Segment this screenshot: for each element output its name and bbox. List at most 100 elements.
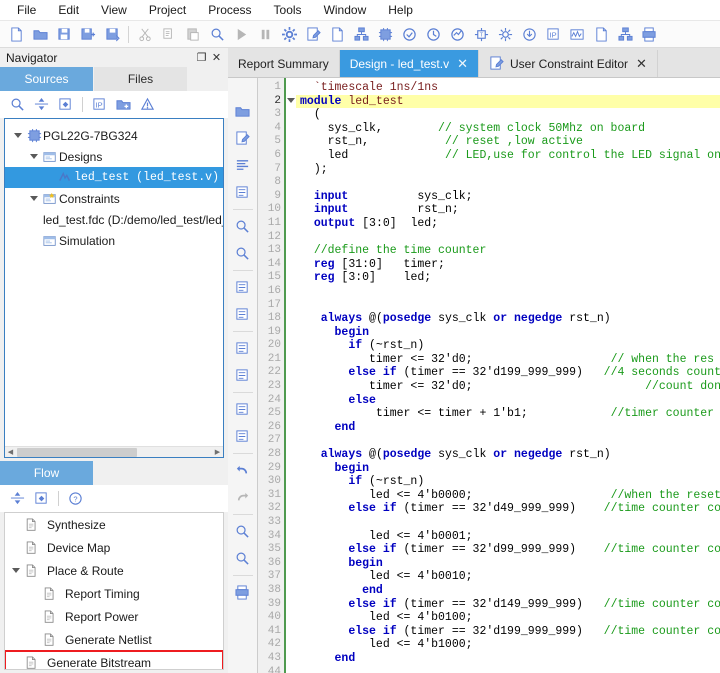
menu-edit[interactable]: Edit: [47, 1, 90, 19]
tree-expand-arrow[interactable]: [27, 154, 41, 159]
menu-tools[interactable]: Tools: [263, 1, 313, 19]
code-line[interactable]: if (~rst_n): [296, 475, 720, 489]
open-folder-icon[interactable]: [28, 22, 52, 46]
code-line[interactable]: led <= 4'b0000; //when the reset s: [296, 489, 720, 503]
code-line[interactable]: rst_n, // reset ,low active: [296, 135, 720, 149]
scroll-left-icon[interactable]: ◀: [5, 447, 16, 457]
help-icon[interactable]: ?: [64, 488, 87, 510]
fold-toggle-icon[interactable]: [286, 95, 296, 109]
code-line[interactable]: timer <= 32'd0; //count done,: [296, 380, 720, 394]
ip-icon[interactable]: IP: [88, 94, 111, 116]
code-line[interactable]: //define the time counter: [296, 244, 720, 258]
navigator-tab-sources[interactable]: Sources: [0, 67, 94, 91]
code-line[interactable]: reg [31:0] timer;: [296, 258, 720, 272]
code-line[interactable]: led <= 4'b0010;: [296, 570, 720, 584]
tree-item-designs[interactable]: Designs: [5, 146, 223, 167]
menu-view[interactable]: View: [90, 1, 138, 19]
code-fold-gutter[interactable]: [284, 78, 296, 673]
code-line[interactable]: input rst_n;: [296, 203, 720, 217]
print-icon[interactable]: [230, 579, 256, 606]
flow-item-place-route[interactable]: Place & Route: [5, 559, 223, 582]
zoom-out-icon[interactable]: [230, 240, 256, 267]
floorplan-icon[interactable]: [613, 22, 637, 46]
collapse-all-icon[interactable]: [54, 94, 77, 116]
code-line[interactable]: [296, 299, 720, 313]
code-line[interactable]: module led_test: [296, 95, 720, 109]
tree-item-pgl22g-7bg324[interactable]: PGL22G-7BG324: [5, 125, 223, 146]
expand-collapse-icon[interactable]: [6, 488, 29, 510]
code-line[interactable]: begin: [296, 326, 720, 340]
indent-icon[interactable]: [230, 274, 256, 301]
code-line[interactable]: [296, 666, 720, 673]
navigator-tab-files[interactable]: Files: [94, 67, 188, 91]
code-line[interactable]: else if (timer == 32'd199_999_999) //tim…: [296, 625, 720, 639]
code-line[interactable]: [296, 285, 720, 299]
scroll-right-icon[interactable]: ▶: [212, 447, 223, 457]
menu-project[interactable]: Project: [138, 1, 197, 19]
collapse-all-icon[interactable]: [30, 488, 53, 510]
flow-item-report-timing[interactable]: Report Timing: [5, 582, 223, 605]
code-line[interactable]: `timescale 1ns/1ns: [296, 81, 720, 95]
save-icon[interactable]: [52, 22, 76, 46]
open-file-icon[interactable]: [230, 98, 256, 125]
bookmark-icon[interactable]: [230, 423, 256, 450]
close-tab-icon[interactable]: ✕: [634, 57, 647, 70]
line-numbers-icon[interactable]: [230, 301, 256, 328]
run-icon[interactable]: [229, 22, 253, 46]
menu-file[interactable]: File: [6, 1, 47, 19]
settings-icon[interactable]: [277, 22, 301, 46]
tree-expand-arrow[interactable]: [11, 133, 25, 138]
save-as-icon[interactable]: [76, 22, 100, 46]
tree-horizontal-scrollbar[interactable]: ◀ ▶: [5, 446, 223, 457]
expand-collapse-icon[interactable]: [30, 94, 53, 116]
undo-icon[interactable]: [230, 457, 256, 484]
code-line[interactable]: reg [3:0] led;: [296, 271, 720, 285]
code-line[interactable]: timer <= timer + 1'b1; //timer counter: [296, 407, 720, 421]
flow-item-generate-bitstream[interactable]: Generate Bitstream: [5, 651, 223, 670]
code-line[interactable]: end: [296, 652, 720, 666]
editor-tab-user-constraint-editor[interactable]: User Constraint Editor✕: [479, 50, 658, 77]
code-line[interactable]: end: [296, 584, 720, 598]
waveform-icon[interactable]: [565, 22, 589, 46]
code-line[interactable]: begin: [296, 462, 720, 476]
code-line[interactable]: led <= 4'b0100;: [296, 611, 720, 625]
float-panel-icon[interactable]: ❐: [194, 50, 209, 65]
wrap-text-icon[interactable]: [230, 335, 256, 362]
pause-icon[interactable]: [253, 22, 277, 46]
code-line[interactable]: [296, 176, 720, 190]
menu-window[interactable]: Window: [313, 1, 378, 19]
editor-tab-report-summary[interactable]: Report Summary: [228, 50, 340, 77]
schematic-icon[interactable]: [373, 22, 397, 46]
code-line[interactable]: else if (timer == 32'd199_999_999) //4 s…: [296, 366, 720, 380]
zoom-in-icon[interactable]: [230, 213, 256, 240]
synthesize-icon[interactable]: [397, 22, 421, 46]
copy-icon[interactable]: [157, 22, 181, 46]
code-line[interactable]: else if (timer == 32'd99_999_999) //time…: [296, 543, 720, 557]
flow-tab-flow[interactable]: Flow: [0, 461, 94, 485]
new-file-icon[interactable]: [4, 22, 28, 46]
code-editor[interactable]: 1234567891011121314151617181920212223242…: [258, 78, 720, 673]
power-icon[interactable]: [493, 22, 517, 46]
code-line[interactable]: end: [296, 421, 720, 435]
paste-icon[interactable]: [181, 22, 205, 46]
edit-constraints-icon[interactable]: [301, 22, 325, 46]
code-line[interactable]: output [3:0] led;: [296, 217, 720, 231]
code-line[interactable]: else if (timer == 32'd49_999_999) //time…: [296, 502, 720, 516]
code-line[interactable]: (: [296, 108, 720, 122]
flow-expand-arrow[interactable]: [9, 568, 23, 573]
code-text-area[interactable]: `timescale 1ns/1nsmodule led_test ( sys_…: [296, 78, 720, 673]
code-line[interactable]: led <= 4'b1000;: [296, 638, 720, 652]
flow-item-device-map[interactable]: Device Map: [5, 536, 223, 559]
comment-icon[interactable]: [230, 362, 256, 389]
tree-item-led_test[interactable]: led_test (led_test.v): [5, 167, 223, 188]
code-line[interactable]: else if (timer == 32'd149_999_999) //tim…: [296, 598, 720, 612]
code-line[interactable]: led <= 4'b0001;: [296, 530, 720, 544]
timing-icon[interactable]: T: [469, 22, 493, 46]
warning-icon[interactable]: [136, 94, 159, 116]
find-replace-icon[interactable]: [230, 545, 256, 572]
code-line[interactable]: begin: [296, 557, 720, 571]
find-in-file-icon[interactable]: [230, 518, 256, 545]
code-line[interactable]: );: [296, 163, 720, 177]
code-line[interactable]: [296, 231, 720, 245]
scroll-thumb[interactable]: [17, 448, 137, 457]
